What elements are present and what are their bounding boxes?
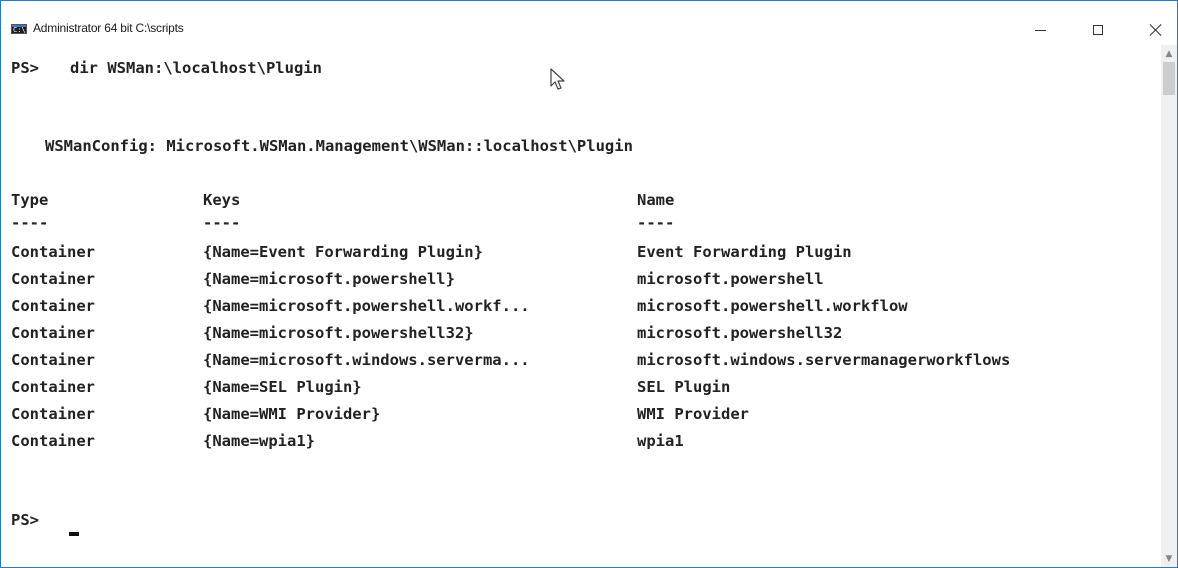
scroll-up-icon[interactable]: ▲ [1161, 45, 1177, 62]
mouse-pointer-icon [550, 68, 565, 90]
row-keys: {Name=SEL Plugin} [203, 378, 362, 396]
row-name: microsoft.powershell [637, 270, 824, 288]
row-name: Event Forwarding Plugin [637, 243, 852, 261]
row-name: microsoft.powershell.workflow [637, 297, 908, 315]
close-icon [1150, 24, 1162, 36]
row-keys: {Name=Event Forwarding Plugin} [203, 243, 483, 261]
final-prompt: PS> [11, 511, 39, 529]
row-name: microsoft.windows.servermanagerworkflows [637, 351, 1011, 369]
column-header-type: Type [11, 191, 49, 209]
maximize-icon [1093, 25, 1103, 35]
row-name: SEL Plugin [637, 378, 731, 396]
command-text: dir WSMan:\localhost\Plugin [70, 59, 322, 77]
separator-type: ---- [11, 214, 49, 232]
row-type: Container [11, 378, 95, 396]
scroll-thumb[interactable] [1163, 62, 1175, 95]
row-name: wpia1 [637, 432, 684, 450]
row-keys: {Name=microsoft.powershell32} [203, 324, 474, 342]
console-output[interactable]: PS> dir WSMan:\localhost\Plugin WSManCon… [1, 45, 1161, 567]
minimize-button[interactable] [1017, 15, 1063, 45]
row-keys: {Name=WMI Provider} [203, 405, 381, 423]
row-type: Container [11, 405, 95, 423]
row-name: WMI Provider [637, 405, 749, 423]
separator-keys: ---- [203, 214, 241, 232]
close-button[interactable] [1133, 15, 1177, 45]
separator-name: ---- [637, 214, 675, 232]
column-header-name: Name [637, 191, 675, 209]
title-bar[interactable]: C:\ Administrator 64 bit C:\scripts [1, 1, 1177, 45]
scroll-down-icon[interactable]: ▼ [1161, 550, 1177, 567]
column-header-keys: Keys [203, 191, 241, 209]
row-name: microsoft.powershell32 [637, 324, 843, 342]
maximize-button[interactable] [1075, 15, 1121, 45]
command-prompt: PS> [11, 59, 39, 77]
row-keys: {Name=microsoft.windows.serverma... [203, 351, 530, 369]
powershell-window: C:\ Administrator 64 bit C:\scripts PS> … [0, 0, 1178, 568]
row-type: Container [11, 243, 95, 261]
vertical-scrollbar[interactable]: ▲ ▼ [1161, 45, 1177, 567]
row-keys: {Name=wpia1} [203, 432, 315, 450]
console-icon[interactable]: C:\ [11, 24, 27, 34]
row-type: Container [11, 351, 95, 369]
console-icon-label: C:\ [13, 26, 26, 34]
row-type: Container [11, 270, 95, 288]
row-type: Container [11, 297, 95, 315]
minimize-icon [1034, 29, 1046, 31]
text-cursor [69, 532, 79, 536]
row-type: Container [11, 324, 95, 342]
config-header: WSManConfig: Microsoft.WSMan.Management\… [45, 137, 633, 155]
row-type: Container [11, 432, 95, 450]
row-keys: {Name=microsoft.powershell.workf... [203, 297, 530, 315]
row-keys: {Name=microsoft.powershell} [203, 270, 455, 288]
window-title: Administrator 64 bit C:\scripts [33, 21, 184, 35]
